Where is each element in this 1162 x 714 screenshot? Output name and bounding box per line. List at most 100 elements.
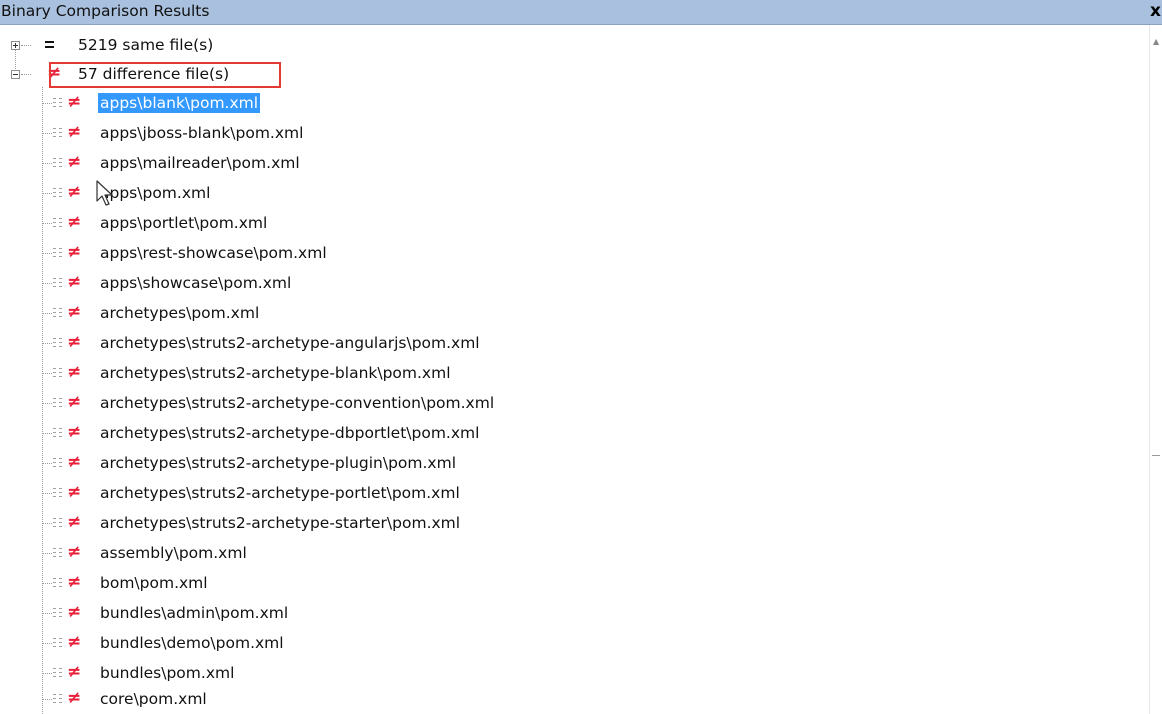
list-item[interactable]: ≠ archetypes\struts2-archetype-portlet\p…	[0, 479, 1150, 508]
collapse-toggle-difference-files[interactable]	[11, 70, 20, 79]
diff-lines-icon	[53, 546, 64, 560]
scroll-up-arrow-icon[interactable]: ▲	[1153, 38, 1159, 46]
results-tree: 5219 same file(s) ≠ 57 difference file(s…	[0, 25, 1150, 714]
file-name[interactable]: archetypes\struts2-archetype-portlet\pom…	[98, 483, 462, 503]
list-item[interactable]: ≠ apps\showcase\pom.xml	[0, 269, 1150, 298]
group-same-files[interactable]: 5219 same file(s)	[78, 35, 213, 55]
not-equal-icon: ≠	[67, 572, 82, 592]
file-name[interactable]: bundles\demo\pom.xml	[98, 633, 286, 653]
diff-lines-icon	[53, 396, 64, 410]
list-item[interactable]: ≠ apps\rest-showcase\pom.xml	[0, 239, 1150, 268]
expand-toggle-same-files[interactable]	[11, 41, 20, 50]
not-equal-icon: ≠	[67, 632, 82, 652]
diff-lines-icon	[53, 126, 64, 140]
list-item[interactable]: ≠ archetypes\struts2-archetype-angularjs…	[0, 329, 1150, 358]
tree-connector	[42, 699, 52, 700]
diff-lines-icon	[53, 216, 64, 230]
list-item[interactable]: ≠ archetypes\struts2-archetype-conventio…	[0, 389, 1150, 418]
list-item[interactable]: ≠ bundles\pom.xml	[0, 659, 1150, 688]
file-name[interactable]: apps\rest-showcase\pom.xml	[98, 243, 329, 263]
tree-connector	[42, 523, 52, 524]
list-item[interactable]: ≠ bundles\admin\pom.xml	[0, 599, 1150, 628]
not-equal-icon: ≠	[67, 332, 82, 352]
diff-lines-icon	[53, 366, 64, 380]
diff-lines-icon	[53, 306, 64, 320]
tree-connector	[42, 253, 52, 254]
file-name[interactable]: apps\portlet\pom.xml	[98, 213, 269, 233]
file-name[interactable]: apps\jboss-blank\pom.xml	[98, 123, 305, 143]
tree-connector	[42, 343, 52, 344]
file-name[interactable]: archetypes\struts2-archetype-starter\pom…	[98, 513, 462, 533]
file-name[interactable]: apps\showcase\pom.xml	[98, 273, 293, 293]
file-name[interactable]: archetypes\struts2-archetype-plugin\pom.…	[98, 453, 458, 473]
file-name[interactable]: bundles\pom.xml	[98, 663, 236, 683]
list-item[interactable]: ≠ apps\portlet\pom.xml	[0, 209, 1150, 238]
tree-connector	[42, 403, 52, 404]
not-equal-icon: ≠	[67, 122, 82, 142]
file-name[interactable]: archetypes\struts2-archetype-convention\…	[98, 393, 496, 413]
list-item[interactable]: ≠ apps\blank\pom.xml	[0, 89, 1150, 118]
tree-connector	[42, 133, 52, 134]
diff-lines-icon	[53, 156, 64, 170]
not-equal-icon: ≠	[67, 512, 82, 532]
not-equal-icon: ≠	[67, 392, 82, 412]
not-equal-icon: ≠	[67, 242, 82, 262]
not-equal-icon: ≠	[67, 362, 82, 382]
diff-lines-icon	[53, 606, 64, 620]
list-item[interactable]: ≠ archetypes\struts2-archetype-starter\p…	[0, 509, 1150, 538]
list-item[interactable]: ≠ apps\pom.xml	[0, 179, 1150, 208]
not-equal-icon: ≠	[67, 422, 82, 442]
list-item[interactable]: ≠ core\pom.xml	[0, 685, 1150, 714]
diff-lines-icon	[53, 576, 64, 590]
file-name[interactable]: apps\mailreader\pom.xml	[98, 153, 302, 173]
list-item[interactable]: ≠ apps\jboss-blank\pom.xml	[0, 119, 1150, 148]
diff-lines-icon	[53, 636, 64, 650]
list-item[interactable]: ≠ archetypes\struts2-archetype-plugin\po…	[0, 449, 1150, 478]
tree-connector	[42, 373, 52, 374]
not-equal-icon: ≠	[67, 602, 82, 622]
file-name[interactable]: core\pom.xml	[98, 689, 209, 709]
not-equal-icon: ≠	[67, 182, 82, 202]
vertical-scrollbar[interactable]: ▲	[1149, 25, 1162, 714]
window-title: Binary Comparison Results	[1, 2, 210, 20]
file-name[interactable]: archetypes\pom.xml	[98, 303, 261, 323]
diff-lines-icon	[53, 456, 64, 470]
tree-connector	[42, 673, 52, 674]
tree-connector	[42, 433, 52, 434]
file-name[interactable]: archetypes\struts2-archetype-dbportlet\p…	[98, 423, 481, 443]
not-equal-icon: ≠	[67, 272, 82, 292]
diff-lines-icon	[53, 692, 64, 706]
list-item[interactable]: ≠ bundles\demo\pom.xml	[0, 629, 1150, 658]
file-name[interactable]: assembly\pom.xml	[98, 543, 249, 563]
tree-connector	[42, 553, 52, 554]
tree-connector	[21, 74, 31, 75]
list-item[interactable]: ≠ archetypes\pom.xml	[0, 299, 1150, 328]
list-item[interactable]: ≠ assembly\pom.xml	[0, 539, 1150, 568]
not-equal-icon: ≠	[67, 302, 82, 322]
file-name[interactable]: bom\pom.xml	[98, 573, 210, 593]
list-item[interactable]: ≠ archetypes\struts2-archetype-dbportlet…	[0, 419, 1150, 448]
tree-connector	[42, 163, 52, 164]
not-equal-icon: ≠	[67, 212, 82, 232]
not-equal-icon: ≠	[67, 688, 82, 708]
diff-lines-icon	[53, 186, 64, 200]
equals-icon	[44, 39, 56, 51]
file-name[interactable]: apps\pom.xml	[98, 183, 212, 203]
tree-connector	[42, 613, 52, 614]
file-name[interactable]: archetypes\struts2-archetype-blank\pom.x…	[98, 363, 453, 383]
title-bar: Binary Comparison Results x	[0, 0, 1162, 25]
tree-connector	[42, 223, 52, 224]
diff-lines-icon	[53, 666, 64, 680]
list-item[interactable]: ≠ apps\mailreader\pom.xml	[0, 149, 1150, 178]
close-button[interactable]: x	[1150, 0, 1162, 24]
tree-connector	[42, 583, 52, 584]
diff-lines-icon	[53, 426, 64, 440]
file-name[interactable]: archetypes\struts2-archetype-angularjs\p…	[98, 333, 482, 353]
list-item[interactable]: ≠ archetypes\struts2-archetype-blank\pom…	[0, 359, 1150, 388]
file-name[interactable]: apps\blank\pom.xml	[98, 93, 261, 113]
tree-connector	[42, 463, 52, 464]
file-name[interactable]: bundles\admin\pom.xml	[98, 603, 290, 623]
list-item[interactable]: ≠ bom\pom.xml	[0, 569, 1150, 598]
mouse-pointer-icon	[96, 180, 113, 206]
not-equal-icon: ≠	[67, 542, 82, 562]
